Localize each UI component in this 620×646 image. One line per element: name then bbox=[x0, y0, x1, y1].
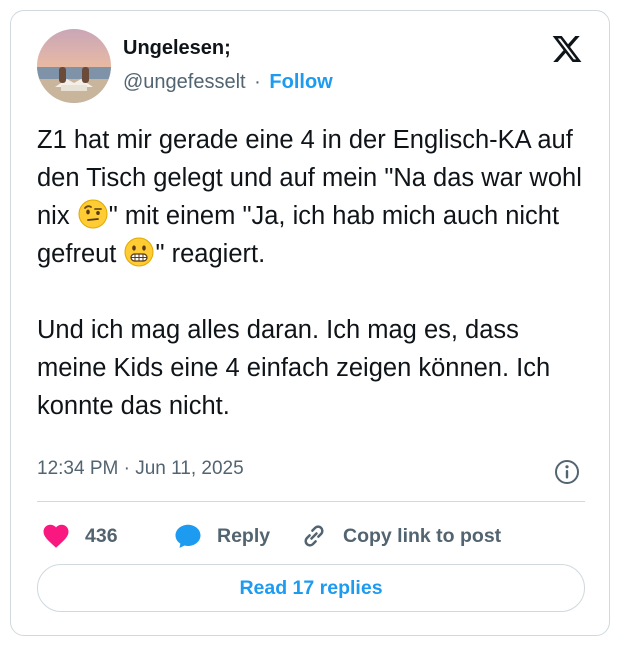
tweet-text-segment: " mit einem "Ja, ich hab mich auch nicht… bbox=[37, 202, 560, 268]
copy-link-button[interactable]: Copy link to post bbox=[299, 516, 501, 556]
avatar[interactable] bbox=[37, 29, 111, 103]
separator-dot: · bbox=[254, 71, 261, 93]
tweet-text-segment: " reagiert. bbox=[155, 240, 266, 268]
tweet-actions: 436 Reply Copy link to post bbox=[37, 516, 597, 556]
reply-label: Reply bbox=[217, 524, 271, 547]
face-with-raised-eyebrow-emoji bbox=[77, 198, 109, 230]
like-button[interactable]: 436 bbox=[41, 516, 118, 556]
x-logo-icon[interactable] bbox=[551, 33, 583, 65]
tweet-paragraph: Z1 hat mir gerade eine 4 in der Englisch… bbox=[37, 121, 593, 273]
link-icon bbox=[299, 521, 329, 551]
info-icon[interactable] bbox=[553, 458, 581, 486]
copy-link-label: Copy link to post bbox=[343, 524, 502, 547]
grimacing-face-emoji bbox=[123, 236, 155, 268]
tweet-timestamp[interactable]: 12:34 PM · Jun 11, 2025 bbox=[37, 458, 244, 480]
like-count: 436 bbox=[85, 524, 118, 547]
reply-button[interactable]: Reply bbox=[173, 516, 270, 556]
tweet-text-segment: Und ich mag alles daran. Ich mag es, das… bbox=[37, 316, 551, 420]
tweet-paragraph: Und ich mag alles daran. Ich mag es, das… bbox=[37, 311, 593, 425]
follow-button[interactable]: Follow bbox=[269, 71, 332, 93]
author-handle[interactable]: @ungefesselt bbox=[123, 71, 246, 93]
read-replies-button[interactable]: Read 17 replies bbox=[37, 564, 585, 612]
author-display-name[interactable]: Ungelesen; bbox=[123, 37, 231, 60]
tweet-card: Ungelesen; @ungefesselt · Follow Z1 hat … bbox=[10, 10, 610, 636]
author-handle-row: @ungefesselt · Follow bbox=[123, 71, 333, 94]
tweet-text: Z1 hat mir gerade eine 4 in der Englisch… bbox=[37, 121, 593, 425]
speech-bubble-icon bbox=[173, 521, 203, 551]
heart-icon bbox=[41, 521, 71, 551]
divider bbox=[37, 501, 585, 502]
